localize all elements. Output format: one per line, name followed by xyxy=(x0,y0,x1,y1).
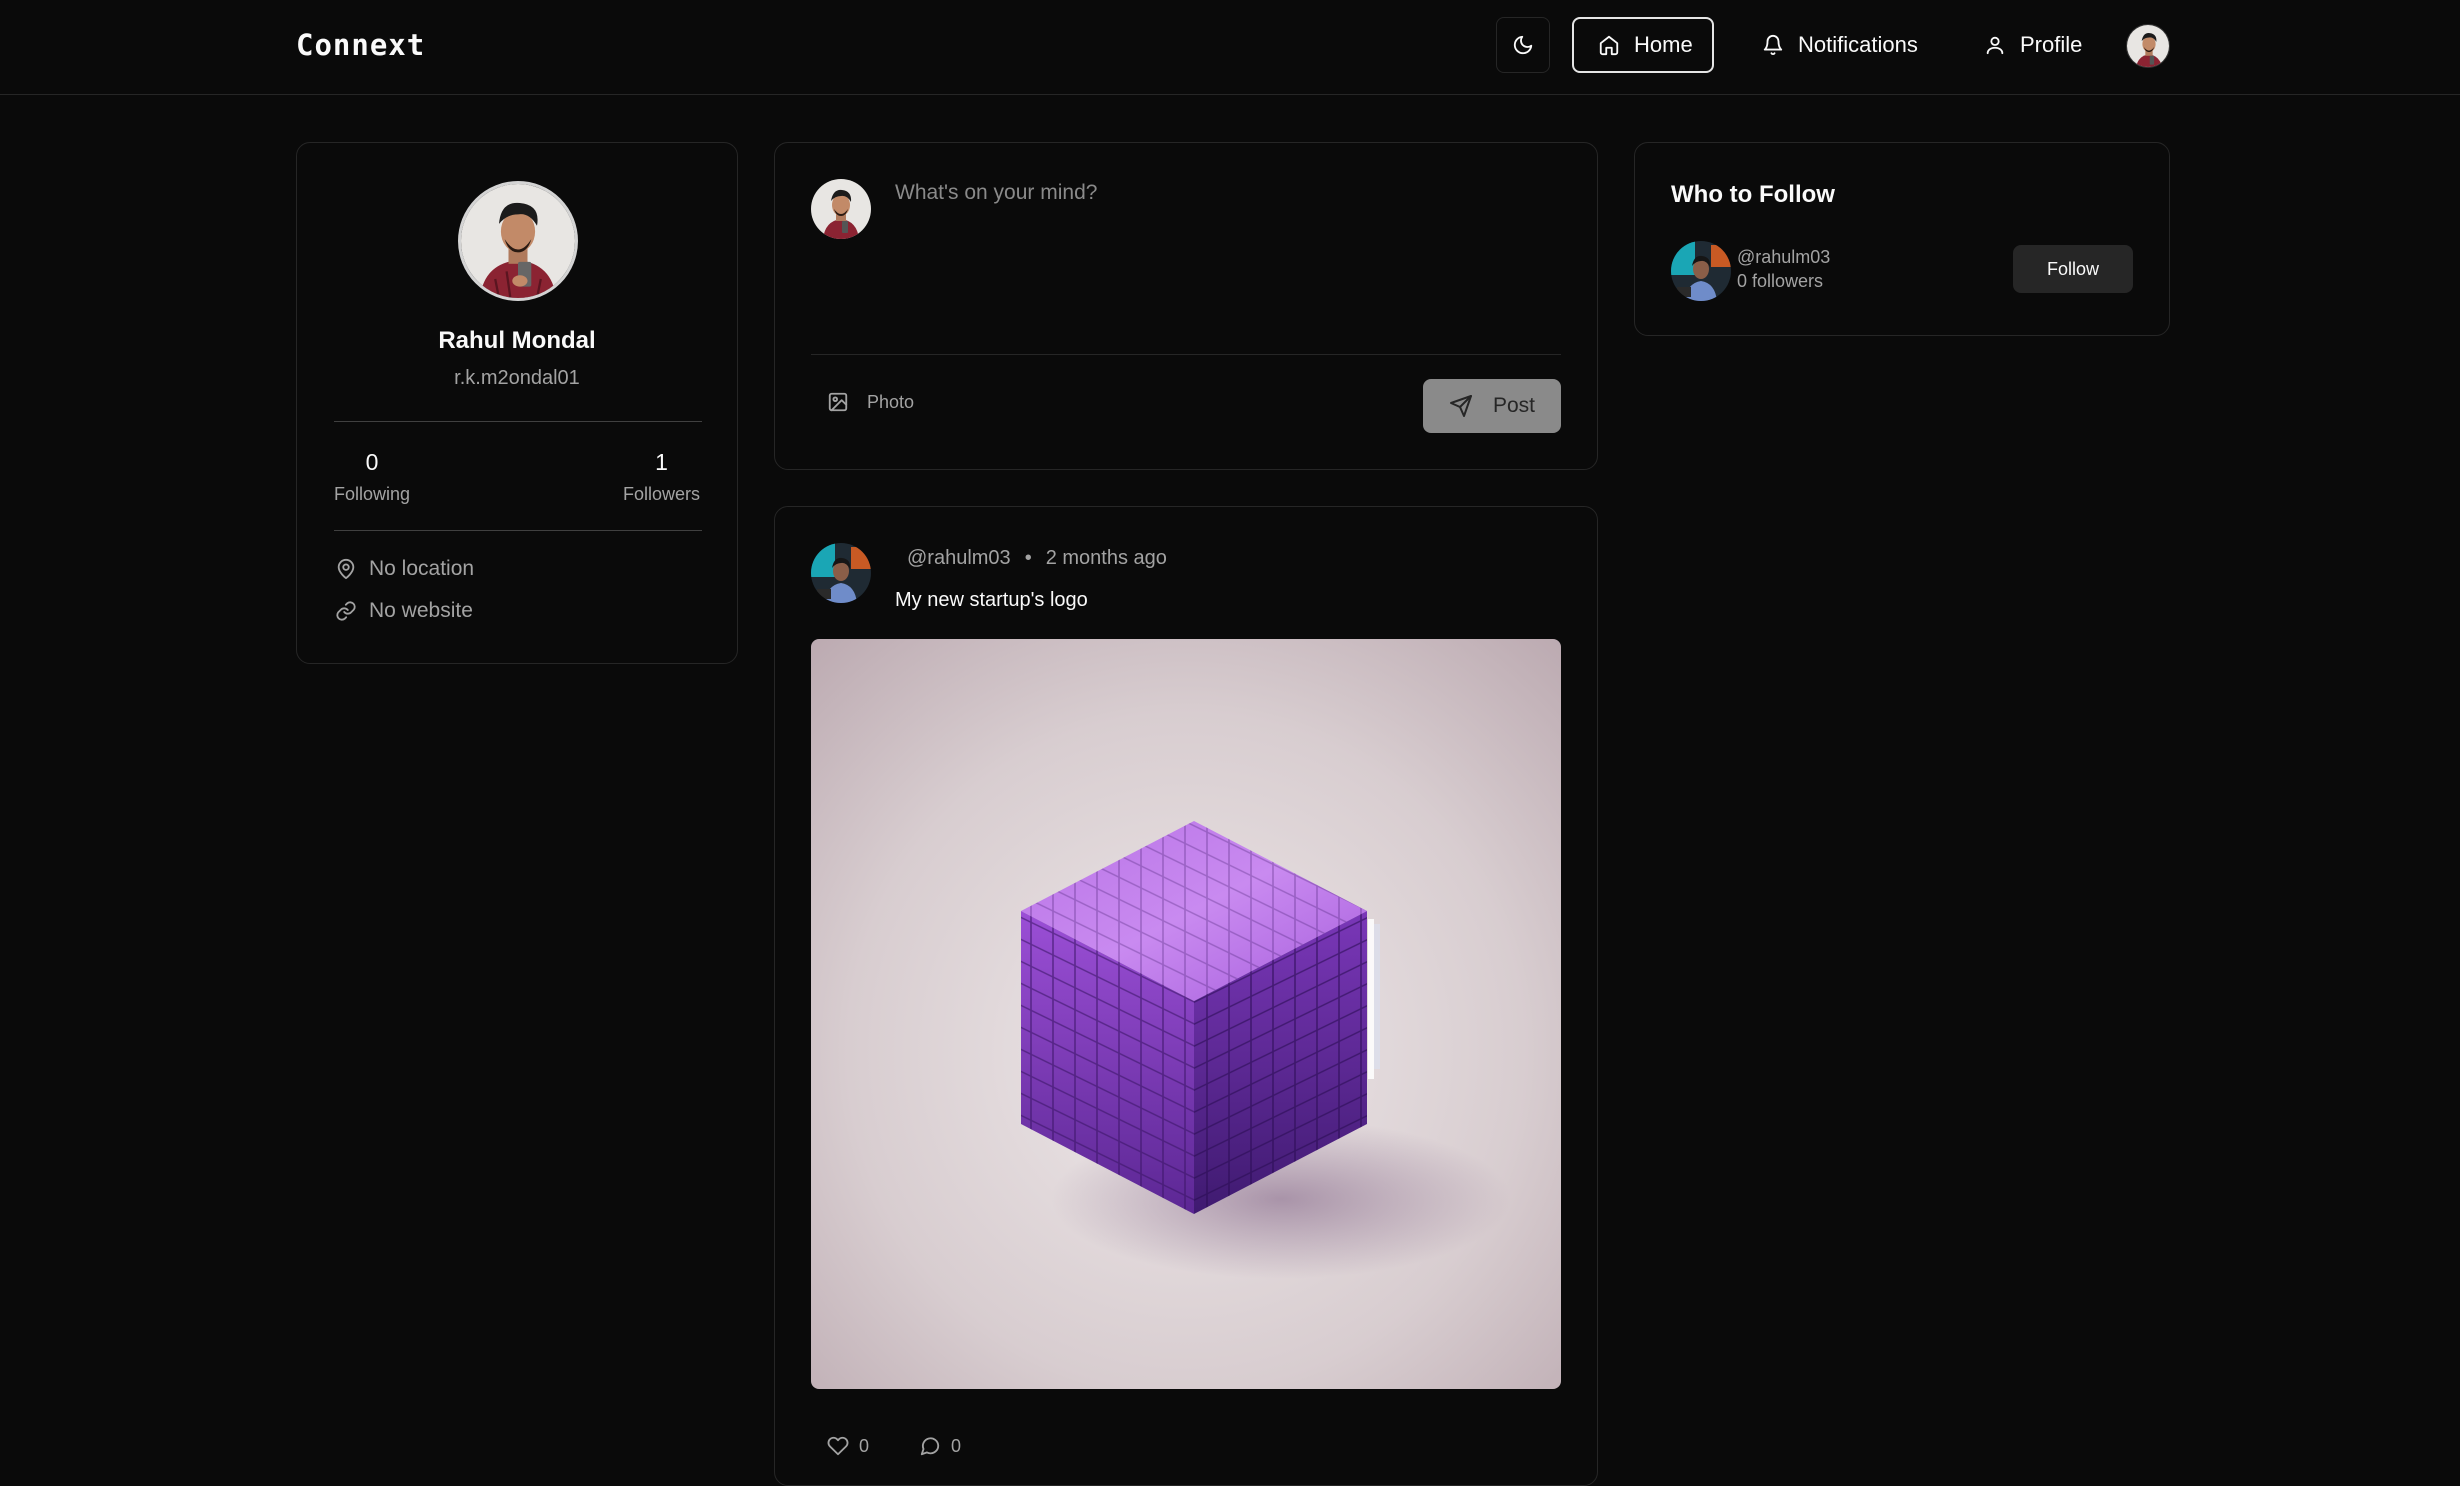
profile-name: Rahul Mondal xyxy=(438,327,596,354)
profile-card: Rahul Mondal r.k.m2ondal01 0 Following 1… xyxy=(296,142,738,664)
location-text: No location xyxy=(369,557,475,580)
post-image[interactable] xyxy=(811,639,1561,1389)
send-icon xyxy=(1449,394,1473,418)
user-icon xyxy=(1984,34,2006,56)
website-text: No website xyxy=(369,599,473,622)
post-text: My new startup's logo xyxy=(895,589,1088,611)
followers-count: 1 xyxy=(655,449,668,475)
add-photo-button[interactable]: Photo xyxy=(827,391,914,413)
top-navbar: Connext Home Notifications Profile xyxy=(0,0,2460,95)
who-to-follow-card: Who to Follow @rahulm03 0 followers Foll… xyxy=(1634,142,2170,336)
composer-avatar xyxy=(811,179,871,239)
nav-profile-button[interactable]: Profile xyxy=(1960,17,2106,73)
followers-label: Followers xyxy=(622,484,700,504)
nav-profile-label: Profile xyxy=(2020,32,2083,57)
post-actions: 0 0 xyxy=(827,1435,961,1457)
comment-button[interactable]: 0 xyxy=(919,1435,961,1457)
following-label: Following xyxy=(334,484,411,504)
divider xyxy=(334,530,702,531)
post-meta: @rahulm03 • 2 months ago xyxy=(907,547,1167,570)
nav-home-button[interactable]: Home xyxy=(1572,17,1714,73)
nav-notifications-button[interactable]: Notifications xyxy=(1738,17,1942,73)
brand-logo[interactable]: Connext xyxy=(296,28,425,62)
follow-button[interactable]: Follow xyxy=(2013,245,2133,293)
user-avatar-menu[interactable] xyxy=(2126,24,2170,68)
bell-icon xyxy=(1762,34,1784,56)
suggested-user-followers: 0 followers xyxy=(1737,271,1824,291)
post-author-avatar[interactable] xyxy=(811,543,871,603)
profile-avatar[interactable] xyxy=(458,181,578,301)
suggested-user-handle[interactable]: @rahulm03 xyxy=(1737,247,1830,268)
profile-username: r.k.m2ondal01 xyxy=(454,367,580,389)
theme-toggle-button[interactable] xyxy=(1496,17,1550,73)
link-icon xyxy=(335,600,357,622)
following-stat[interactable]: 0 Following xyxy=(334,449,410,505)
photo-label: Photo xyxy=(867,391,915,412)
meta-separator: • xyxy=(1024,547,1032,569)
following-count: 0 xyxy=(365,449,379,475)
post-submit-button[interactable]: Post xyxy=(1423,379,1561,433)
feed-post: @rahulm03 • 2 months ago My new startup'… xyxy=(774,506,1598,1486)
heart-icon xyxy=(827,1435,849,1457)
followers-stat[interactable]: 1 Followers xyxy=(623,449,700,505)
post-composer: Photo Post xyxy=(774,142,1598,470)
location-row: No location xyxy=(335,557,474,581)
like-button[interactable]: 0 xyxy=(827,1435,869,1457)
comment-icon xyxy=(919,1435,941,1457)
website-row: No website xyxy=(335,599,473,623)
suggested-user-avatar[interactable] xyxy=(1671,241,1731,301)
post-author-handle[interactable]: @rahulm03 xyxy=(907,547,1011,570)
map-pin-icon xyxy=(335,558,357,580)
home-icon xyxy=(1598,34,1620,56)
divider xyxy=(811,354,1561,355)
post-timestamp: 2 months ago xyxy=(1045,547,1167,569)
post-label: Post xyxy=(1492,394,1536,417)
comment-count: 0 xyxy=(951,1435,962,1456)
divider xyxy=(334,421,702,422)
who-to-follow-title: Who to Follow xyxy=(1671,181,1835,208)
like-count: 0 xyxy=(859,1435,870,1456)
nav-home-label: Home xyxy=(1634,32,1693,57)
moon-icon xyxy=(1512,34,1534,56)
image-icon xyxy=(827,391,849,413)
post-content-input[interactable] xyxy=(895,181,1555,331)
nav-notifications-label: Notifications xyxy=(1798,32,1918,57)
